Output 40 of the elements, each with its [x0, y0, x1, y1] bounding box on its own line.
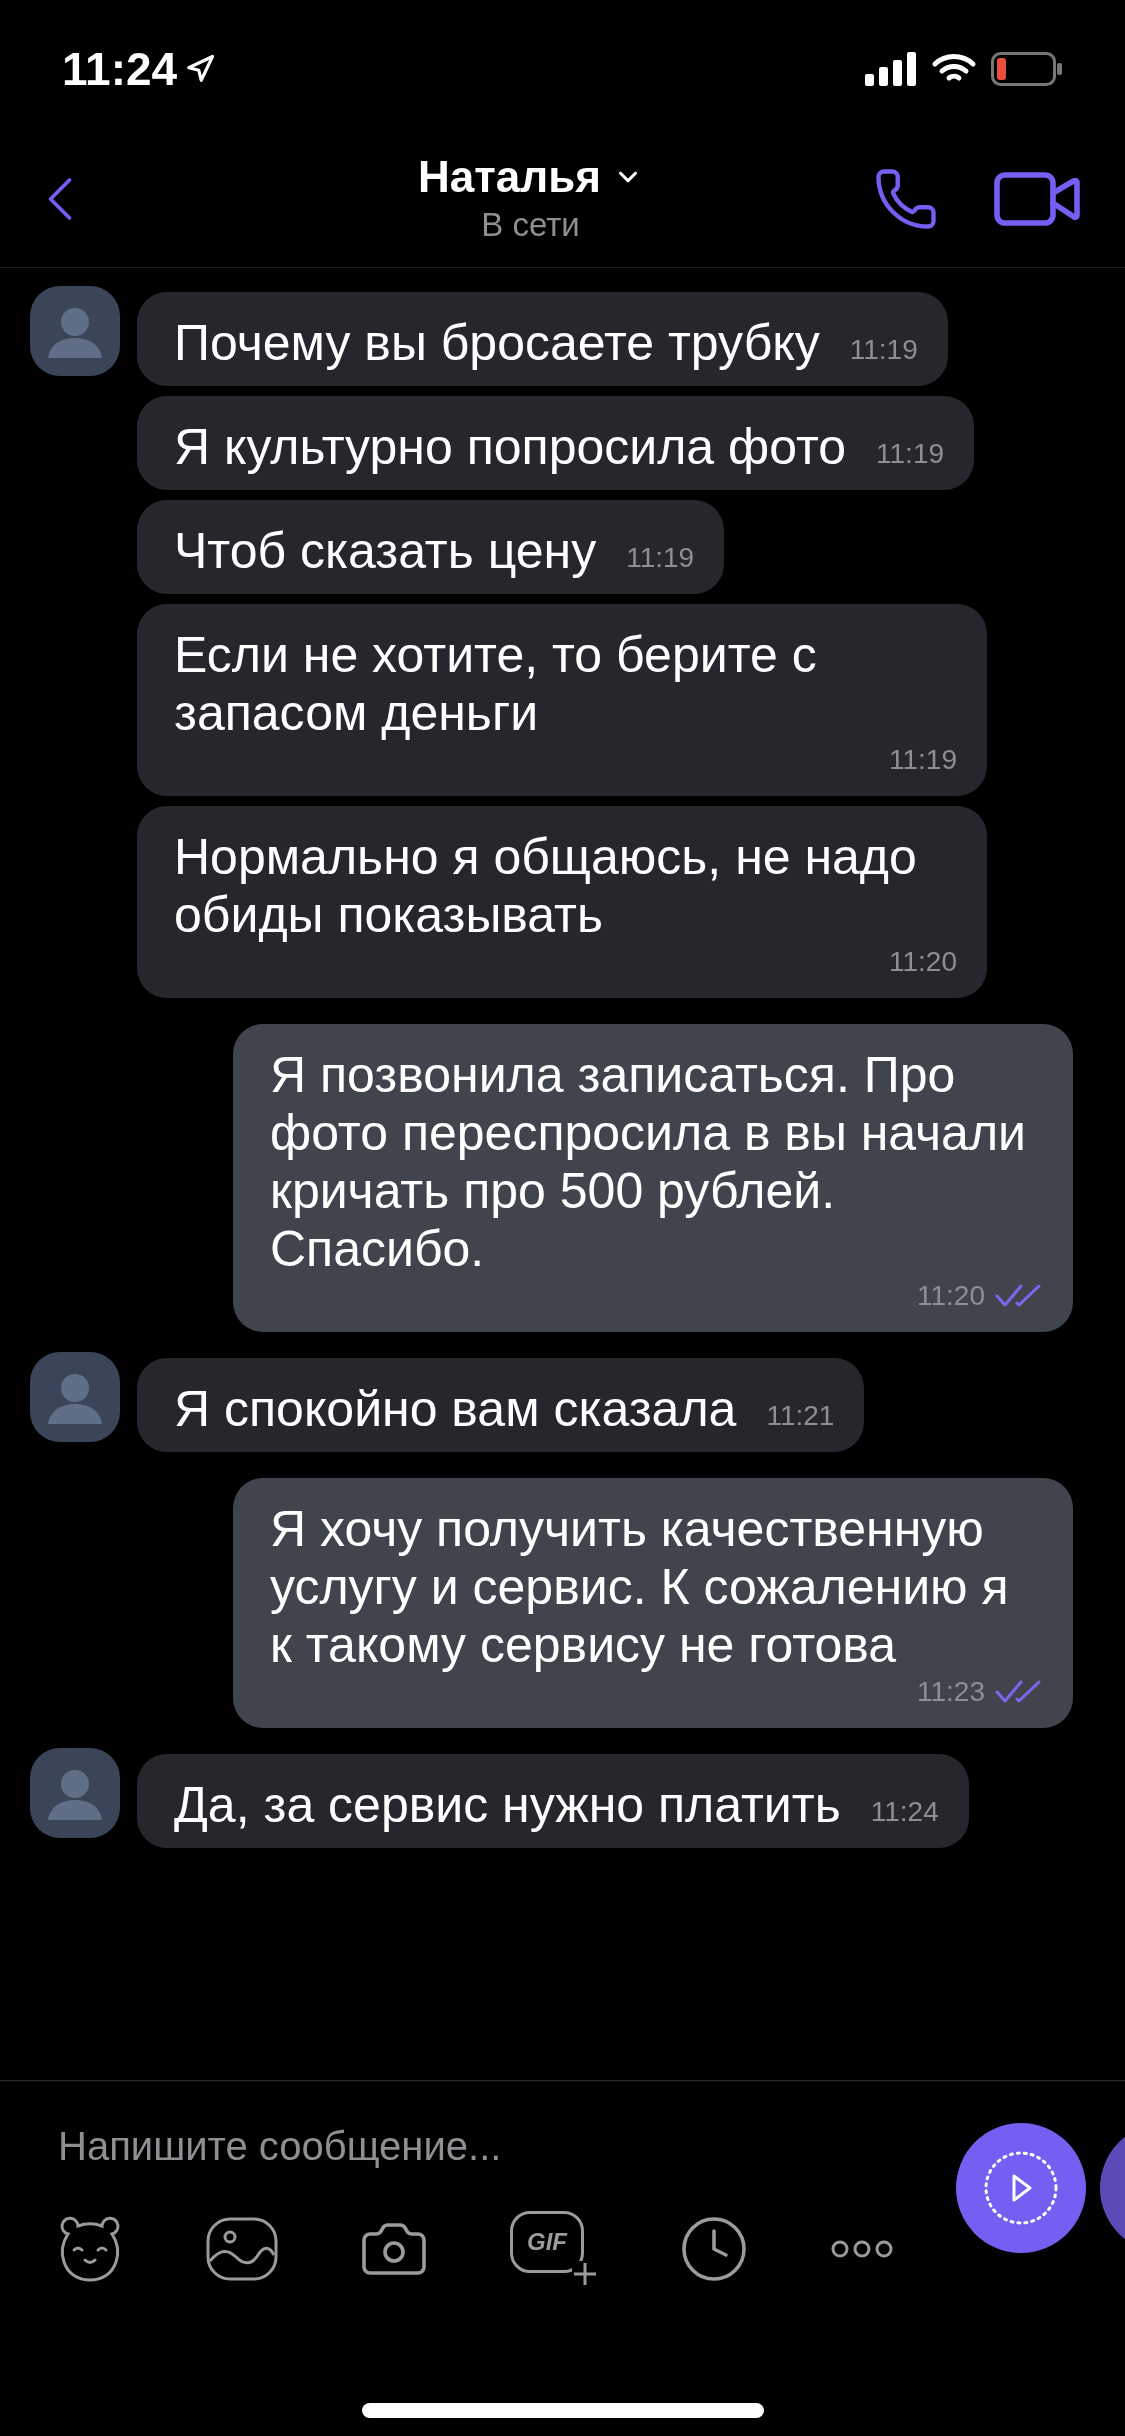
avatar-placeholder[interactable]	[30, 286, 120, 376]
contact-status: В сети	[481, 204, 580, 245]
message-text: Я культурно попросила фото	[174, 418, 847, 476]
message-time: 11:20	[889, 945, 957, 979]
more-icon[interactable]	[830, 2239, 894, 2259]
message-bubble[interactable]: Я культурно попросила фото 11:19	[137, 396, 975, 490]
message-time: 11:19	[876, 437, 945, 471]
message-time: 11:19	[626, 541, 695, 575]
message-text: Я позвонила записаться. Про фото переспросила в вы начали кричать про 500 рублей. Спасибо.	[270, 1046, 1027, 1278]
message-time: 11:21	[766, 1399, 835, 1433]
message-bubble[interactable]: Чтоб сказать цену 11:19	[137, 500, 725, 594]
message-input-field[interactable]: Напишите сообщение...	[58, 2116, 925, 2176]
status-time: 11:24	[62, 41, 178, 97]
avatar-placeholder[interactable]	[30, 1748, 120, 1838]
play-icon	[983, 2150, 1059, 2226]
message-bubble[interactable]: Да, за сервис нужно платить 11:24	[137, 1754, 969, 1848]
message-text: Если не хотите, то берите с запасом деньги	[174, 626, 818, 742]
message-text: Почему вы бросаете трубку	[174, 314, 820, 372]
contact-name[interactable]: Наталья	[418, 150, 601, 203]
message-bubble[interactable]: Я хочу получить качественную услугу и сервис. К сожалению я к такому сервису не готова 11:23	[233, 1478, 1073, 1728]
message-time: 11:24	[870, 1795, 939, 1829]
message-time: 11:19	[889, 743, 957, 777]
message-time: 11:20	[917, 1279, 985, 1313]
message-text: Да, за сервис нужно платить	[174, 1776, 841, 1834]
message-bubble[interactable]: Нормально я общаюсь, не надо обиды показывать 11:20	[137, 806, 987, 998]
message-time: 11:19	[849, 333, 918, 367]
message-bubble[interactable]: Я позвонила записаться. Про фото переспросила в вы начали кричать про 500 рублей. Спасибо. 11:20	[233, 1024, 1073, 1332]
battery-icon	[991, 52, 1063, 86]
location-arrow-icon	[185, 54, 216, 84]
message-bubble[interactable]: Если не хотите, то берите с запасом деньги 11:19	[137, 604, 987, 796]
signal-icon	[865, 52, 917, 86]
message-text: Чтоб сказать цену	[174, 522, 597, 580]
message-text: Я спокойно вам сказала	[174, 1380, 737, 1438]
message-bubble[interactable]: Почему вы бросаете трубку 11:19	[137, 292, 948, 386]
message-time: 11:23	[917, 1675, 985, 1709]
message-text: Я хочу получить качественную услугу и сервис. К сожалению я к такому сервису не готова	[270, 1500, 1010, 1674]
message-text: Нормально я общаюсь, не надо обиды показывать	[174, 828, 918, 944]
image-icon[interactable]	[206, 2217, 278, 2281]
message-bubble[interactable]: Я спокойно вам сказала 11:21	[137, 1358, 865, 1452]
avatar-placeholder[interactable]	[30, 1352, 120, 1442]
